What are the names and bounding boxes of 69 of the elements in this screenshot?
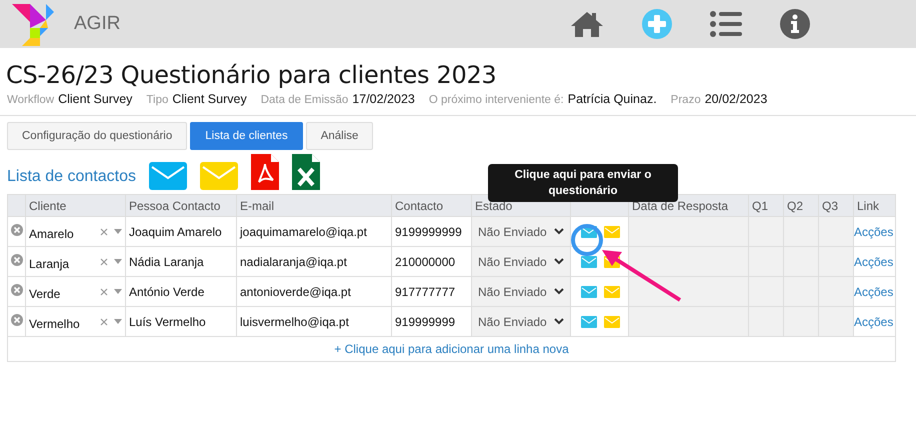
meta-label: Prazo <box>670 94 701 106</box>
meta-value: 17/02/2023 <box>352 92 415 106</box>
remove-icon[interactable] <box>11 254 23 266</box>
meta-label: Tipo <box>146 94 168 106</box>
column-header: E-mail <box>240 198 274 212</box>
meta-value: Client Survey <box>58 92 132 106</box>
table-cell: 9199999999 <box>395 224 462 238</box>
list-icon[interactable] <box>710 11 742 37</box>
remove-icon[interactable] <box>11 314 23 326</box>
tab[interactable]: Lista de clientes <box>190 122 303 150</box>
highlight-circle <box>571 224 603 256</box>
app-name: AGIR <box>74 13 120 35</box>
clear-icon[interactable] <box>100 288 108 296</box>
table-cell: 917777777 <box>395 284 456 298</box>
table-cell: Luís Vermelho <box>129 314 206 328</box>
client-value: Amarelo <box>29 226 75 240</box>
page-title: CS-26/23 Questionário para clientes 2023 <box>6 60 498 90</box>
add-icon[interactable] <box>642 9 672 39</box>
chevron-icon[interactable] <box>554 288 564 295</box>
spreadsheet-file-icon[interactable] <box>292 154 320 190</box>
envelope-icon[interactable] <box>581 256 597 268</box>
table-cell: luisvermelho@iqa.pt <box>240 314 349 328</box>
table-cell: joaquimamarelo@iqa.pt <box>240 224 367 238</box>
client-value: Vermelho <box>29 316 81 330</box>
remove-icon[interactable] <box>11 284 23 296</box>
tab[interactable]: Análise <box>306 122 374 150</box>
meta-value: 20/02/2023 <box>704 92 768 106</box>
clear-icon[interactable] <box>100 228 108 236</box>
remove-icon[interactable] <box>11 224 23 236</box>
table-cell: 210000000 <box>395 254 456 268</box>
info-icon[interactable] <box>780 9 810 39</box>
envelope-icon[interactable] <box>148 162 187 190</box>
client-value: Verde <box>29 286 62 300</box>
home-icon[interactable] <box>570 10 604 38</box>
envelope-icon[interactable] <box>581 286 597 298</box>
column-header: Q3 <box>822 198 838 212</box>
client-value: Laranja <box>29 256 70 270</box>
clear-icon[interactable] <box>100 318 108 326</box>
table-cell: António Verde <box>129 284 204 298</box>
dropdown-caret-icon[interactable] <box>114 289 122 294</box>
dropdown-caret-icon[interactable] <box>114 319 122 324</box>
column-header: Link <box>857 198 880 212</box>
table-cell: 919999999 <box>395 314 456 328</box>
chevron-icon[interactable] <box>554 228 564 235</box>
meta-value: Client Survey <box>172 92 247 106</box>
dropdown-caret-icon[interactable] <box>114 259 122 264</box>
meta-value: Patrícia Quinaz. <box>568 92 657 106</box>
tooltip: Clique aqui para enviar o questionário <box>488 164 678 202</box>
column-header: Contacto <box>395 198 444 212</box>
table-cell: Nádia Laranja <box>129 254 204 268</box>
chevron-icon[interactable] <box>554 258 564 265</box>
add-row-link[interactable]: + Clique aqui para adicionar uma linha nova <box>334 342 569 356</box>
table-cell: nadialaranja@iqa.pt <box>240 254 347 268</box>
tab[interactable]: Configuração do questionário <box>7 122 188 150</box>
clear-icon[interactable] <box>100 258 108 266</box>
table-cell: antonioverde@iqa.pt <box>240 284 351 298</box>
meta-label: Data de Emissão <box>260 94 348 106</box>
column-header: Q1 <box>752 198 768 212</box>
envelope-icon[interactable] <box>581 316 597 328</box>
table-cell: Joaquim Amarelo <box>129 224 222 238</box>
dropdown-caret-icon[interactable] <box>114 229 122 234</box>
meta-label: O próximo interveniente é: <box>428 94 564 106</box>
meta-label: Workflow <box>7 94 54 106</box>
column-header: Cliente <box>29 198 66 212</box>
section-title: Lista de contactos <box>7 168 136 186</box>
chevron-icon[interactable] <box>554 318 564 325</box>
column-header: Pessoa Contacto <box>129 198 220 212</box>
column-header: Q2 <box>787 198 804 212</box>
pdf-file-icon[interactable] <box>250 154 279 190</box>
